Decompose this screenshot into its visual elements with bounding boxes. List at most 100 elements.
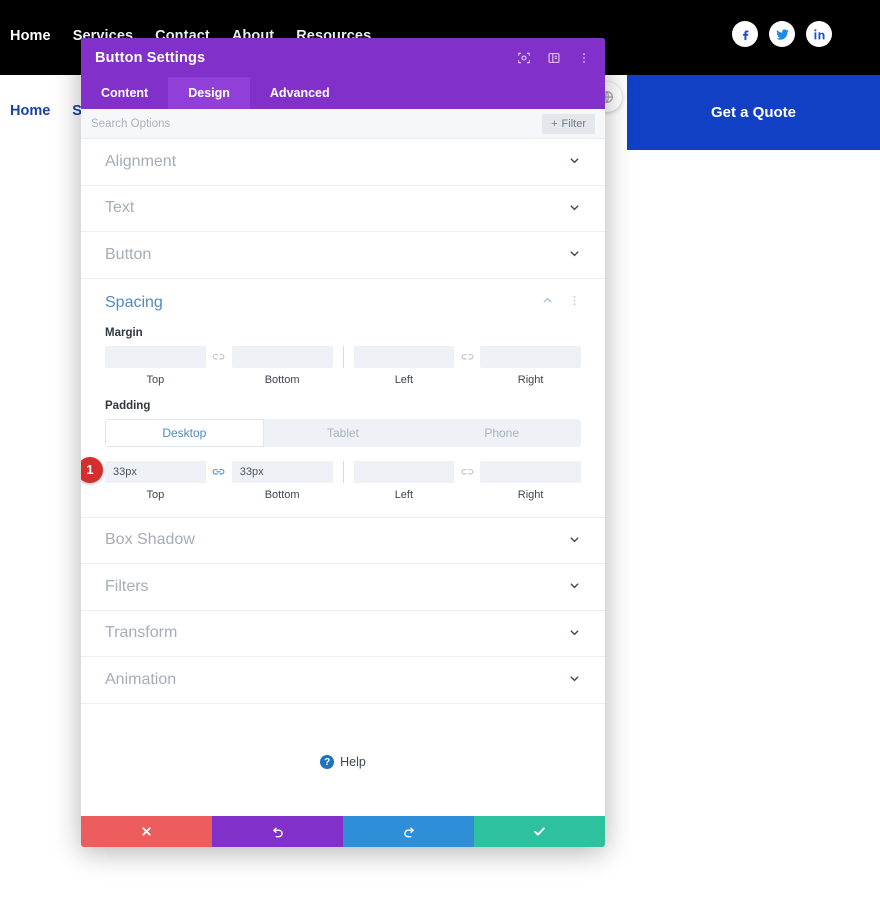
section-spacing-title: Spacing bbox=[105, 294, 541, 312]
margin-left-field: Left bbox=[354, 346, 455, 386]
padding-device-switcher: Desktop Tablet Phone bbox=[105, 419, 581, 447]
top-nav-item-home[interactable]: Home bbox=[10, 28, 51, 44]
padding-divider bbox=[343, 461, 344, 483]
section-transform-label: Transform bbox=[105, 624, 568, 642]
secondary-nav-menu: Home Se bbox=[10, 103, 90, 119]
filter-button-label: Filter bbox=[562, 118, 586, 130]
section-button[interactable]: Button bbox=[81, 232, 605, 279]
margin-bottom-field: Bottom bbox=[232, 346, 333, 386]
undo-button[interactable] bbox=[212, 816, 343, 847]
modal-titlebar: Button Settings bbox=[81, 38, 605, 77]
device-tab-tablet[interactable]: Tablet bbox=[264, 419, 423, 447]
section-transform[interactable]: Transform bbox=[81, 611, 605, 658]
margin-left-caption: Left bbox=[354, 374, 455, 386]
twitter-icon[interactable] bbox=[769, 21, 795, 47]
chevron-down-icon bbox=[568, 672, 581, 687]
link-left-right-icon[interactable] bbox=[454, 346, 480, 368]
chevron-down-icon bbox=[568, 579, 581, 594]
tab-advanced[interactable]: Advanced bbox=[250, 77, 350, 109]
padding-right-field: Right bbox=[480, 461, 581, 501]
margin-right-input[interactable] bbox=[480, 346, 581, 368]
padding-left-input[interactable] bbox=[354, 461, 455, 483]
padding-left-right-group: Left Right bbox=[354, 461, 582, 501]
linkedin-icon[interactable] bbox=[806, 21, 832, 47]
margin-bottom-input[interactable] bbox=[232, 346, 333, 368]
redo-icon bbox=[402, 825, 416, 839]
section-box-shadow-label: Box Shadow bbox=[105, 531, 568, 549]
section-button-label: Button bbox=[105, 246, 568, 264]
chevron-down-icon bbox=[568, 533, 581, 548]
redo-button[interactable] bbox=[343, 816, 474, 847]
section-box-shadow[interactable]: Box Shadow bbox=[81, 518, 605, 565]
cancel-button[interactable] bbox=[81, 816, 212, 847]
modal-body: Alignment Text Button Spacing bbox=[81, 139, 605, 737]
modal-title: Button Settings bbox=[95, 50, 517, 66]
chevron-up-icon[interactable] bbox=[541, 294, 554, 312]
padding-top-caption: Top bbox=[105, 489, 206, 501]
help-link[interactable]: ? Help bbox=[320, 755, 366, 769]
social-links bbox=[732, 21, 832, 47]
help-question-icon: ? bbox=[320, 755, 334, 769]
section-alignment-label: Alignment bbox=[105, 153, 568, 171]
device-tab-desktop[interactable]: Desktop bbox=[105, 419, 264, 447]
modal-titlebar-actions bbox=[517, 51, 591, 65]
help-label: Help bbox=[340, 755, 366, 769]
section-alignment[interactable]: Alignment bbox=[81, 139, 605, 186]
search-input[interactable] bbox=[91, 118, 542, 130]
save-button[interactable] bbox=[474, 816, 605, 847]
focus-target-icon[interactable] bbox=[517, 51, 531, 65]
chevron-down-icon bbox=[568, 201, 581, 216]
link-left-right-icon[interactable] bbox=[454, 461, 480, 483]
margin-right-caption: Right bbox=[480, 374, 581, 386]
padding-top-field: Top bbox=[105, 461, 206, 501]
section-animation[interactable]: Animation bbox=[81, 657, 605, 704]
modal-action-bar bbox=[81, 816, 605, 847]
section-spacing-header[interactable]: Spacing bbox=[81, 279, 605, 327]
margin-left-input[interactable] bbox=[354, 346, 455, 368]
tab-design[interactable]: Design bbox=[168, 77, 250, 109]
padding-bottom-field: Bottom bbox=[232, 461, 333, 501]
section-spacing-controls bbox=[541, 294, 581, 312]
padding-top-input[interactable] bbox=[105, 461, 206, 483]
close-icon bbox=[140, 825, 153, 838]
margin-divider bbox=[343, 346, 344, 368]
device-tab-phone[interactable]: Phone bbox=[422, 419, 581, 447]
section-filters-label: Filters bbox=[105, 578, 568, 596]
margin-bottom-caption: Bottom bbox=[232, 374, 333, 386]
padding-fields-wrapper: 1 Top Bott bbox=[81, 461, 605, 501]
help-area: ? Help bbox=[81, 737, 605, 816]
section-kebab-menu-icon[interactable] bbox=[568, 294, 581, 312]
margin-top-bottom-group: Top Bottom bbox=[105, 346, 333, 386]
get-a-quote-button[interactable]: Get a Quote bbox=[627, 75, 880, 150]
margin-top-field: Top bbox=[105, 346, 206, 386]
margin-fields: Top Bottom Left bbox=[81, 346, 605, 386]
link-top-bottom-icon[interactable] bbox=[206, 346, 232, 368]
padding-left-field: Left bbox=[354, 461, 455, 501]
section-filters[interactable]: Filters bbox=[81, 564, 605, 611]
padding-right-caption: Right bbox=[480, 489, 581, 501]
section-animation-label: Animation bbox=[105, 671, 568, 689]
filter-button[interactable]: + Filter bbox=[542, 114, 595, 134]
padding-bottom-caption: Bottom bbox=[232, 489, 333, 501]
padding-bottom-input[interactable] bbox=[232, 461, 333, 483]
margin-top-caption: Top bbox=[105, 374, 206, 386]
margin-right-field: Right bbox=[480, 346, 581, 386]
link-top-bottom-icon[interactable] bbox=[206, 461, 232, 483]
kebab-menu-icon[interactable] bbox=[577, 51, 591, 65]
chevron-down-icon bbox=[568, 247, 581, 262]
section-text[interactable]: Text bbox=[81, 186, 605, 233]
facebook-icon[interactable] bbox=[732, 21, 758, 47]
button-settings-modal: Button Settings Content Design Advanced bbox=[81, 38, 605, 847]
secondary-nav-item-home[interactable]: Home bbox=[10, 103, 50, 119]
chevron-down-icon bbox=[568, 154, 581, 169]
margin-left-right-group: Left Right bbox=[354, 346, 582, 386]
undo-icon bbox=[271, 825, 285, 839]
modal-tabs: Content Design Advanced bbox=[81, 77, 605, 109]
step-badge-1: 1 bbox=[81, 457, 103, 483]
check-icon bbox=[532, 824, 547, 839]
section-spacing: Spacing Margin bbox=[81, 279, 605, 518]
padding-right-input[interactable] bbox=[480, 461, 581, 483]
layout-panel-icon[interactable] bbox=[547, 51, 561, 65]
tab-content[interactable]: Content bbox=[81, 77, 168, 109]
margin-top-input[interactable] bbox=[105, 346, 206, 368]
